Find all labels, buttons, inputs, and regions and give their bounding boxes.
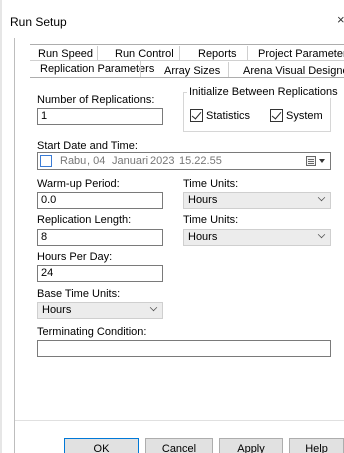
num-replications-label: Number of Replications: xyxy=(37,94,155,106)
window-edge xyxy=(0,0,2,453)
warmup-units-label: Time Units: xyxy=(183,178,239,190)
start-date-picker[interactable]: Rabu , 04 Januari 2023 15.22.55 xyxy=(37,152,331,170)
start-date-checkbox[interactable] xyxy=(40,155,52,167)
replication-units-select[interactable]: Hours xyxy=(183,229,331,246)
dialog-left-border xyxy=(14,38,15,453)
replication-units-value: Hours xyxy=(188,231,218,243)
apply-button[interactable]: Apply xyxy=(219,438,283,453)
warmup-input[interactable]: 0.0 xyxy=(37,192,163,209)
start-date-label: Start Date and Time: xyxy=(37,140,138,152)
tab-separator xyxy=(179,46,180,60)
replication-length-input[interactable]: 8 xyxy=(37,229,163,246)
tab-project-parameters[interactable]: Project Parameters xyxy=(258,48,344,60)
hours-per-day-label: Hours Per Day: xyxy=(37,251,113,263)
tab-row-divider xyxy=(30,60,344,61)
base-time-units-select[interactable]: Hours xyxy=(37,302,163,319)
statistics-checkbox[interactable] xyxy=(190,109,203,122)
tab-separator xyxy=(228,62,229,77)
dropdown-arrow-icon[interactable] xyxy=(319,159,325,163)
warmup-units-select[interactable]: Hours xyxy=(183,192,331,209)
tab-separator xyxy=(97,46,98,60)
tab-separator xyxy=(140,60,141,77)
button-bar-divider xyxy=(15,420,344,421)
chevron-down-icon xyxy=(149,303,158,312)
warmup-label: Warm-up Period: xyxy=(37,178,120,190)
replication-units-label: Time Units: xyxy=(183,214,239,226)
system-checkbox[interactable] xyxy=(270,109,283,122)
tab-row-top-border xyxy=(30,44,344,45)
date-day[interactable]: , 04 xyxy=(87,155,105,167)
check-icon xyxy=(191,109,202,120)
replication-length-label: Replication Length: xyxy=(37,214,132,226)
check-icon xyxy=(271,109,282,120)
tab-replication-parameters[interactable]: Replication Parameters xyxy=(40,63,154,75)
chevron-down-icon xyxy=(317,193,326,202)
warmup-units-value: Hours xyxy=(188,194,218,206)
date-time[interactable]: 15.22.55 xyxy=(179,155,222,167)
cancel-button[interactable]: Cancel xyxy=(145,438,213,453)
terminating-label: Terminating Condition: xyxy=(37,326,147,338)
tab-array-sizes[interactable]: Array Sizes xyxy=(164,65,220,77)
hours-per-day-input[interactable]: 24 xyxy=(37,265,163,282)
dialog-title: Run Setup xyxy=(10,15,67,29)
terminating-condition-input[interactable] xyxy=(37,340,331,357)
tab-reports[interactable]: Reports xyxy=(198,48,237,60)
statistics-label: Statistics xyxy=(206,110,251,122)
help-button[interactable]: Help xyxy=(289,438,344,453)
calendar-icon[interactable] xyxy=(306,156,316,166)
tab-panel-border xyxy=(30,77,344,78)
base-time-units-value: Hours xyxy=(42,304,72,316)
num-replications-input[interactable]: 1 xyxy=(37,108,163,125)
date-day-name[interactable]: Rabu xyxy=(60,155,86,167)
tab-run-speed[interactable]: Run Speed xyxy=(38,48,93,60)
initialize-group-title: Initialize Between Replications xyxy=(187,86,340,98)
date-year[interactable]: 2023 xyxy=(150,155,174,167)
system-label: System xyxy=(286,110,323,122)
tab-arena-visual-designer[interactable]: Arena Visual Designer xyxy=(243,65,344,77)
ok-button[interactable]: OK xyxy=(64,438,139,453)
tab-run-control[interactable]: Run Control xyxy=(115,48,174,60)
date-month[interactable]: Januari xyxy=(112,155,148,167)
tab-separator xyxy=(247,46,248,60)
base-time-units-label: Base Time Units: xyxy=(37,288,121,300)
chevron-down-icon xyxy=(317,230,326,239)
close-icon[interactable]: × xyxy=(337,12,344,27)
